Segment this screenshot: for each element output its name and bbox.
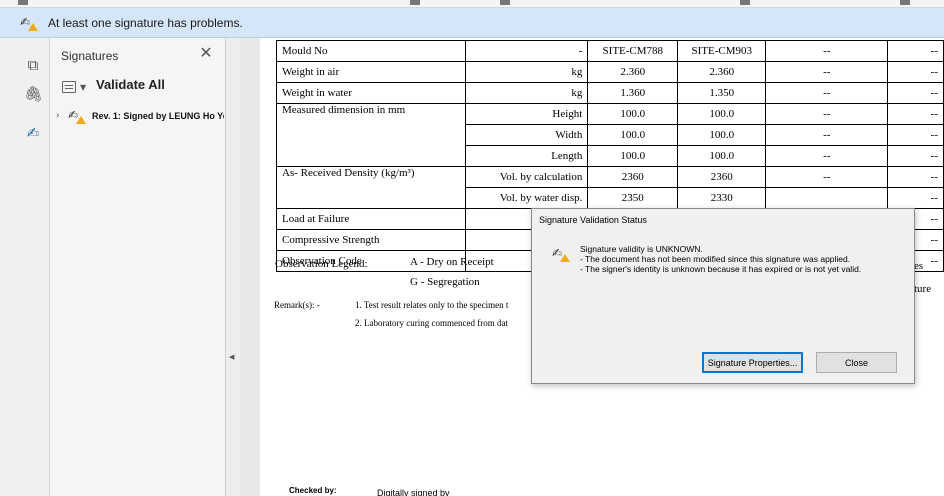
digital-signature-text: Digitally signed by: [377, 488, 450, 496]
toolbar-button[interactable]: [410, 0, 420, 5]
cell-value: --: [765, 61, 889, 83]
dialog-message: Signature validity is UNKNOWN. - The doc…: [580, 244, 861, 274]
attachment-icon[interactable]: 🖇: [24, 85, 43, 103]
cell-value: 100.0: [587, 103, 679, 125]
cell-value: --: [887, 166, 944, 188]
close-panel-icon[interactable]: ✕: [197, 44, 215, 62]
cell-value: --: [765, 145, 889, 167]
pages-icon[interactable]: ⧉: [24, 56, 42, 74]
row-unit: Height: [464, 103, 589, 125]
panel-title: Signatures: [61, 49, 119, 63]
cell-value: [765, 187, 889, 209]
cell-value: --: [887, 124, 944, 146]
validate-all-button[interactable]: Validate All: [96, 77, 165, 92]
row-label: Measured dimension in mm: [276, 103, 466, 167]
signature-properties-button[interactable]: Signature Properties...: [702, 352, 803, 373]
cell-value: --: [765, 166, 889, 188]
row-unit: Length: [464, 145, 589, 167]
cell-value: 2350: [587, 187, 679, 209]
row-unit: kg: [464, 61, 589, 83]
table-row: Weight in air kg 2.360 2.360 -- --: [276, 61, 944, 83]
signature-icon[interactable]: ✍: [24, 124, 42, 142]
row-label: As- Received Density (kg/m³): [276, 166, 466, 209]
close-button[interactable]: Close: [816, 352, 897, 373]
legend-item: es: [914, 260, 924, 272]
dialog-title: Signature Validation Status: [539, 215, 647, 225]
table-row: As- Received Density (kg/m³) Vol. by cal…: [276, 166, 944, 209]
toolbar-strip: [0, 0, 944, 8]
cell-value: --: [887, 61, 944, 83]
cell-value: --: [765, 40, 889, 62]
message-line: - The document has not been modified sin…: [580, 254, 851, 264]
signature-entry-label: Rev. 1: Signed by LEUNG Ho Yeu: [92, 111, 224, 121]
signature-warning-icon: ✍: [68, 109, 86, 124]
row-label: Weight in water: [276, 82, 466, 104]
checked-by-label: Checked by:: [289, 486, 337, 495]
cell-value: 1.360: [587, 82, 679, 104]
cell-value: --: [765, 82, 889, 104]
signature-warning-icon: ✍: [552, 247, 570, 262]
cell-value: --: [887, 103, 944, 125]
message-line: Signature validity is UNKNOWN.: [580, 244, 703, 254]
cell-value: 100.0: [677, 103, 767, 125]
row-label: Load at Failure: [276, 208, 466, 230]
legend-item: ture: [914, 283, 932, 295]
cell-value: --: [887, 82, 944, 104]
remark-line: 2. Laboratory curing commenced from dat: [355, 318, 508, 328]
cell-value: 100.0: [677, 145, 767, 167]
row-unit: Vol. by water disp.: [464, 187, 589, 209]
row-label: Compressive Strength: [276, 229, 466, 251]
table-row: Measured dimension in mm Height 100.0 10…: [276, 103, 944, 167]
options-menu-button[interactable]: ▼: [62, 79, 86, 95]
cell-value: 2.360: [677, 61, 767, 83]
row-unit: Width: [464, 124, 589, 146]
message-line: - The signer's identity is unknown becau…: [580, 264, 862, 274]
cell-value: 2360: [587, 166, 679, 188]
navigation-rail: ⧉ 🖇 ✍: [0, 38, 50, 496]
remark-label: Remark(s): -: [274, 300, 320, 310]
signature-warning-icon: ✍: [20, 16, 38, 31]
toolbar-button[interactable]: [18, 0, 28, 5]
cell-value: 2330: [677, 187, 767, 209]
cell-value: --: [765, 103, 889, 125]
table-row: Mould No - SITE-CM788 SITE-CM903 -- --: [276, 40, 944, 62]
cell-value: 1.350: [677, 82, 767, 104]
legend-title: Observation Legend:: [275, 258, 368, 270]
chevron-right-icon[interactable]: ›: [56, 111, 66, 121]
cell-value: --: [765, 124, 889, 146]
list-options-icon: [62, 81, 76, 93]
cell-value: 100.0: [677, 124, 767, 146]
panel-splitter[interactable]: ◀: [226, 38, 240, 496]
row-unit: -: [464, 40, 589, 62]
row-unit: kg: [464, 82, 589, 104]
cell-value: 100.0: [587, 124, 679, 146]
toolbar-button[interactable]: [500, 0, 510, 5]
row-unit: Vol. by calculation: [464, 166, 589, 188]
chevron-down-icon: ▼: [80, 82, 87, 92]
remark-line: 1. Test result relates only to the speci…: [355, 300, 509, 310]
cell-value: --: [887, 187, 944, 209]
toolbar-button[interactable]: [900, 0, 910, 5]
table-row: Weight in water kg 1.360 1.350 -- --: [276, 82, 944, 104]
notification-message: At least one signature has problems.: [48, 15, 243, 30]
signatures-panel: Signatures ✕ ▼ Validate All › ✍ Rev. 1: …: [50, 38, 226, 496]
collapse-arrow-icon[interactable]: ◀: [229, 353, 234, 361]
row-label: Mould No: [276, 40, 466, 62]
cell-value: 100.0: [587, 145, 679, 167]
cell-value: 2.360: [587, 61, 679, 83]
legend-item: A - Dry on Receipt: [410, 256, 494, 268]
legend-item: G - Segregation: [410, 276, 480, 288]
cell-value: SITE-CM903: [677, 40, 767, 62]
row-label: Weight in air: [276, 61, 466, 83]
cell-value: --: [887, 145, 944, 167]
signature-validation-dialog: Signature Validation Status ✍ Signature …: [531, 208, 915, 384]
toolbar-button[interactable]: [740, 0, 750, 5]
cell-value: SITE-CM788: [587, 40, 679, 62]
signature-notification-bar: ✍ At least one signature has problems.: [0, 8, 944, 38]
signature-list-item[interactable]: › ✍ Rev. 1: Signed by LEUNG Ho Yeu: [56, 107, 226, 125]
cell-value: --: [887, 40, 944, 62]
cell-value: 2360: [677, 166, 767, 188]
